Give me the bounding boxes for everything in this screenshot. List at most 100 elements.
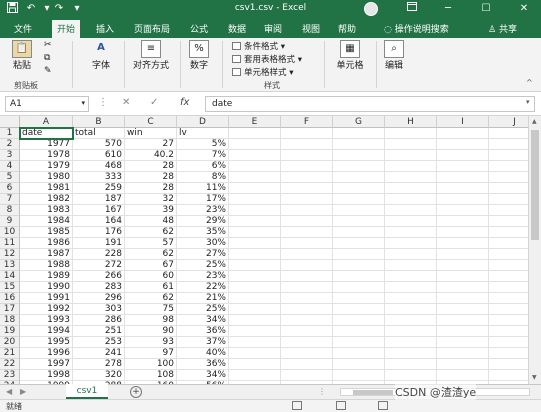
cell-c20[interactable]: 93 (125, 337, 177, 348)
column-header-h[interactable]: H (385, 116, 437, 128)
cell-c13[interactable]: 67 (125, 260, 177, 271)
cell-d2[interactable]: 5% (177, 139, 229, 150)
cell-i19[interactable] (437, 326, 489, 337)
cell-e3[interactable] (229, 150, 281, 161)
cell-e5[interactable] (229, 172, 281, 183)
row-header[interactable]: 12 (0, 249, 20, 260)
cell-c22[interactable]: 100 (125, 359, 177, 370)
cell-e23[interactable] (229, 370, 281, 381)
row-header[interactable]: 4 (0, 161, 20, 172)
cell-c19[interactable]: 90 (125, 326, 177, 337)
cell-f20[interactable] (281, 337, 333, 348)
cell-b17[interactable]: 303 (73, 304, 125, 315)
cell-j2[interactable] (489, 139, 528, 150)
cell-i8[interactable] (437, 205, 489, 216)
cell-i15[interactable] (437, 282, 489, 293)
tab-page-layout[interactable]: 页面布局 (134, 22, 170, 35)
cell-d3[interactable]: 7% (177, 150, 229, 161)
cell-a3[interactable]: 1978 (20, 150, 73, 161)
cell-h18[interactable] (385, 315, 437, 326)
cell-j16[interactable] (489, 293, 528, 304)
cell-c16[interactable]: 62 (125, 293, 177, 304)
cell-d7[interactable]: 17% (177, 194, 229, 205)
cell-c5[interactable]: 28 (125, 172, 177, 183)
cell-c10[interactable]: 62 (125, 227, 177, 238)
cell-j14[interactable] (489, 271, 528, 282)
cell-j10[interactable] (489, 227, 528, 238)
cells-button[interactable]: ▦ 单元格 (330, 40, 370, 71)
tab-file[interactable]: 文件 (14, 22, 32, 35)
cell-e7[interactable] (229, 194, 281, 205)
cell-c4[interactable]: 28 (125, 161, 177, 172)
cell-f2[interactable] (281, 139, 333, 150)
cell-f23[interactable] (281, 370, 333, 381)
row-header[interactable]: 7 (0, 194, 20, 205)
cell-f15[interactable] (281, 282, 333, 293)
cell-e2[interactable] (229, 139, 281, 150)
cell-c17[interactable]: 75 (125, 304, 177, 315)
cell-h2[interactable] (385, 139, 437, 150)
cell-i20[interactable] (437, 337, 489, 348)
cell-i9[interactable] (437, 216, 489, 227)
column-header-a[interactable]: A (20, 116, 73, 128)
row-header[interactable]: 15 (0, 282, 20, 293)
cell-a18[interactable]: 1993 (20, 315, 73, 326)
row-header[interactable]: 3 (0, 150, 20, 161)
row-header[interactable]: 2 (0, 139, 20, 150)
cell-e19[interactable] (229, 326, 281, 337)
cell-d12[interactable]: 27% (177, 249, 229, 260)
cell-j18[interactable] (489, 315, 528, 326)
vertical-scrollbar[interactable]: ▲ ▼ (528, 116, 541, 384)
cell-d8[interactable]: 23% (177, 205, 229, 216)
cell-i23[interactable] (437, 370, 489, 381)
row-header[interactable]: 6 (0, 183, 20, 194)
cell-g7[interactable] (333, 194, 385, 205)
row-header[interactable]: 23 (0, 370, 20, 381)
cell-e11[interactable] (229, 238, 281, 249)
cell-a17[interactable]: 1992 (20, 304, 73, 315)
cell-j20[interactable] (489, 337, 528, 348)
cell-h14[interactable] (385, 271, 437, 282)
cell-a14[interactable]: 1989 (20, 271, 73, 282)
cell-h11[interactable] (385, 238, 437, 249)
cell-f14[interactable] (281, 271, 333, 282)
cut-icon[interactable]: ✂ (44, 40, 52, 50)
cell-c8[interactable]: 39 (125, 205, 177, 216)
cell-j19[interactable] (489, 326, 528, 337)
cell-b3[interactable]: 610 (73, 150, 125, 161)
cell-d15[interactable]: 22% (177, 282, 229, 293)
avatar[interactable] (364, 2, 378, 16)
cell-a22[interactable]: 1997 (20, 359, 73, 370)
cell-c7[interactable]: 32 (125, 194, 177, 205)
cell-h19[interactable] (385, 326, 437, 337)
cell-e22[interactable] (229, 359, 281, 370)
cell-f17[interactable] (281, 304, 333, 315)
cell-d18[interactable]: 34% (177, 315, 229, 326)
cell-g1[interactable] (333, 128, 385, 139)
cell-f10[interactable] (281, 227, 333, 238)
scroll-down-icon[interactable]: ▼ (532, 374, 537, 381)
cell-g12[interactable] (333, 249, 385, 260)
row-header[interactable]: 14 (0, 271, 20, 282)
cell-b4[interactable]: 468 (73, 161, 125, 172)
tab-data[interactable]: 数据 (228, 22, 246, 35)
cell-g15[interactable] (333, 282, 385, 293)
cell-d6[interactable]: 11% (177, 183, 229, 194)
cell-d9[interactable]: 29% (177, 216, 229, 227)
cell-g9[interactable] (333, 216, 385, 227)
cell-a5[interactable]: 1980 (20, 172, 73, 183)
cell-e14[interactable] (229, 271, 281, 282)
column-header-d[interactable]: D (177, 116, 229, 128)
cell-i2[interactable] (437, 139, 489, 150)
cell-g22[interactable] (333, 359, 385, 370)
cell-c15[interactable]: 61 (125, 282, 177, 293)
column-header-i[interactable]: I (437, 116, 489, 128)
cell-c2[interactable]: 27 (125, 139, 177, 150)
conditional-format-button[interactable]: 条件格式 ▾ (232, 40, 285, 52)
cell-j17[interactable] (489, 304, 528, 315)
cell-g18[interactable] (333, 315, 385, 326)
cell-i3[interactable] (437, 150, 489, 161)
cell-b19[interactable]: 251 (73, 326, 125, 337)
cell-g21[interactable] (333, 348, 385, 359)
cell-j5[interactable] (489, 172, 528, 183)
